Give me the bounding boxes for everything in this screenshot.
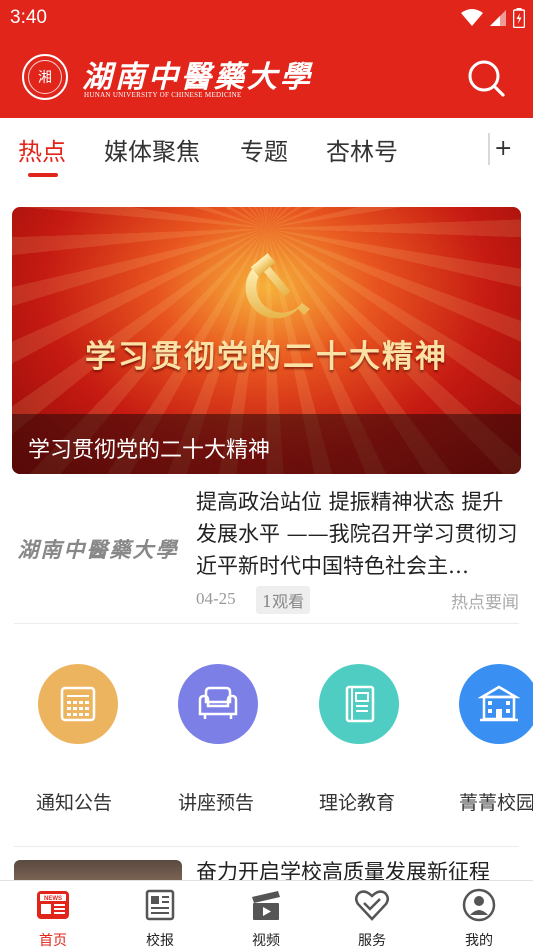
tab-divider xyxy=(488,133,490,165)
news-category: 热点要闻 xyxy=(451,593,519,613)
tab-media-focus[interactable]: 媒体聚焦 xyxy=(104,132,200,167)
news-date: 04-25 xyxy=(196,589,236,608)
app-header: 湘 湖南中醫藥大學 HUNAN UNIVERSITY OF CHINESE ME… xyxy=(0,40,533,118)
video-icon xyxy=(252,891,280,920)
calculator-icon xyxy=(38,664,118,744)
svg-text:NEWS: NEWS xyxy=(44,896,62,902)
newspaper-icon xyxy=(145,889,175,921)
news-thumbnail: 湖南中醫藥大學 xyxy=(14,490,182,608)
tab-special-topics[interactable]: 专题 xyxy=(240,132,288,167)
nav-label: 校报 xyxy=(146,933,174,949)
building-icon xyxy=(459,664,533,744)
battery-icon xyxy=(513,8,525,28)
news-thumbnail-text: 湖南中醫藥大學 xyxy=(17,537,179,562)
status-bar: 3:40 xyxy=(0,0,533,36)
banner-caption: 学习贯彻党的二十大精神 xyxy=(28,438,271,463)
news-home-icon: NEWS xyxy=(37,891,69,919)
nav-home[interactable]: NEWS 首页 xyxy=(8,887,98,949)
nav-video[interactable]: 视频 xyxy=(221,887,311,949)
sofa-icon xyxy=(178,664,258,744)
status-icons xyxy=(461,8,525,28)
nav-label: 视频 xyxy=(252,933,280,949)
nav-service[interactable]: 服务 xyxy=(327,887,417,949)
status-time: 3:40 xyxy=(10,7,47,28)
nav-newspaper[interactable]: 校报 xyxy=(115,887,205,949)
university-seal-logo: 湘 xyxy=(22,54,68,100)
notebook-icon xyxy=(319,664,399,744)
university-name-en: HUNAN UNIVERSITY OF CHINESE MEDICINE xyxy=(84,91,242,99)
party-emblem-icon xyxy=(245,253,310,319)
nav-label: 服务 xyxy=(358,933,386,949)
tab-xinglin[interactable]: 杏林号 xyxy=(326,132,398,167)
nav-label: 我的 xyxy=(465,933,493,949)
nav-profile[interactable]: 我的 xyxy=(434,887,524,949)
nav-label: 首页 xyxy=(39,933,67,949)
app-header-area: 3:40 湘 湖南中醫藥大學 HUNAN UNIVERSITY OF CHINE… xyxy=(0,0,533,118)
add-tab-button[interactable]: + xyxy=(494,136,512,161)
quick-link-label: 讲座预告 xyxy=(178,792,255,814)
search-icon[interactable] xyxy=(466,58,506,98)
quick-link-label: 菁菁校园 xyxy=(459,792,533,814)
banner-caption-bar: 学习贯彻党的二十大精神 xyxy=(12,414,521,474)
quick-link-label: 通知公告 xyxy=(36,792,113,814)
hero-banner[interactable]: 学习贯彻党的二十大精神 学习贯彻党的二十大精神 xyxy=(12,207,521,474)
banner-image-title: 学习贯彻党的二十大精神 xyxy=(85,339,448,375)
bottom-navigation: NEWS 首页 校报 视频 服务 我的 xyxy=(0,880,533,949)
active-tab-indicator xyxy=(28,173,58,177)
news-title: 提高政治站位 提振精神状态 提升发展水平 ——我院召开学习贯彻习近平新时代中国特… xyxy=(196,490,518,578)
news-list-item[interactable]: 湖南中醫藥大學 提高政治站位 提振精神状态 提升发展水平 ——我院召开学习贯彻习… xyxy=(14,486,519,624)
quick-link-label: 理论教育 xyxy=(319,792,396,814)
university-name-cn: 湖南中醫藥大學 xyxy=(82,60,313,95)
quick-links: 通知公告 讲座预告 理论教育 菁菁校园 xyxy=(0,660,533,840)
section-divider xyxy=(14,846,519,847)
signal-icon xyxy=(490,10,506,26)
user-profile-icon xyxy=(462,888,496,922)
category-tabs: 热点 媒体聚焦 专题 杏林号 + xyxy=(0,118,533,180)
heart-service-icon xyxy=(355,890,389,921)
tab-hot[interactable]: 热点 xyxy=(18,132,66,167)
news-view-count: 1观看 xyxy=(256,586,311,614)
wifi-icon xyxy=(461,9,483,26)
